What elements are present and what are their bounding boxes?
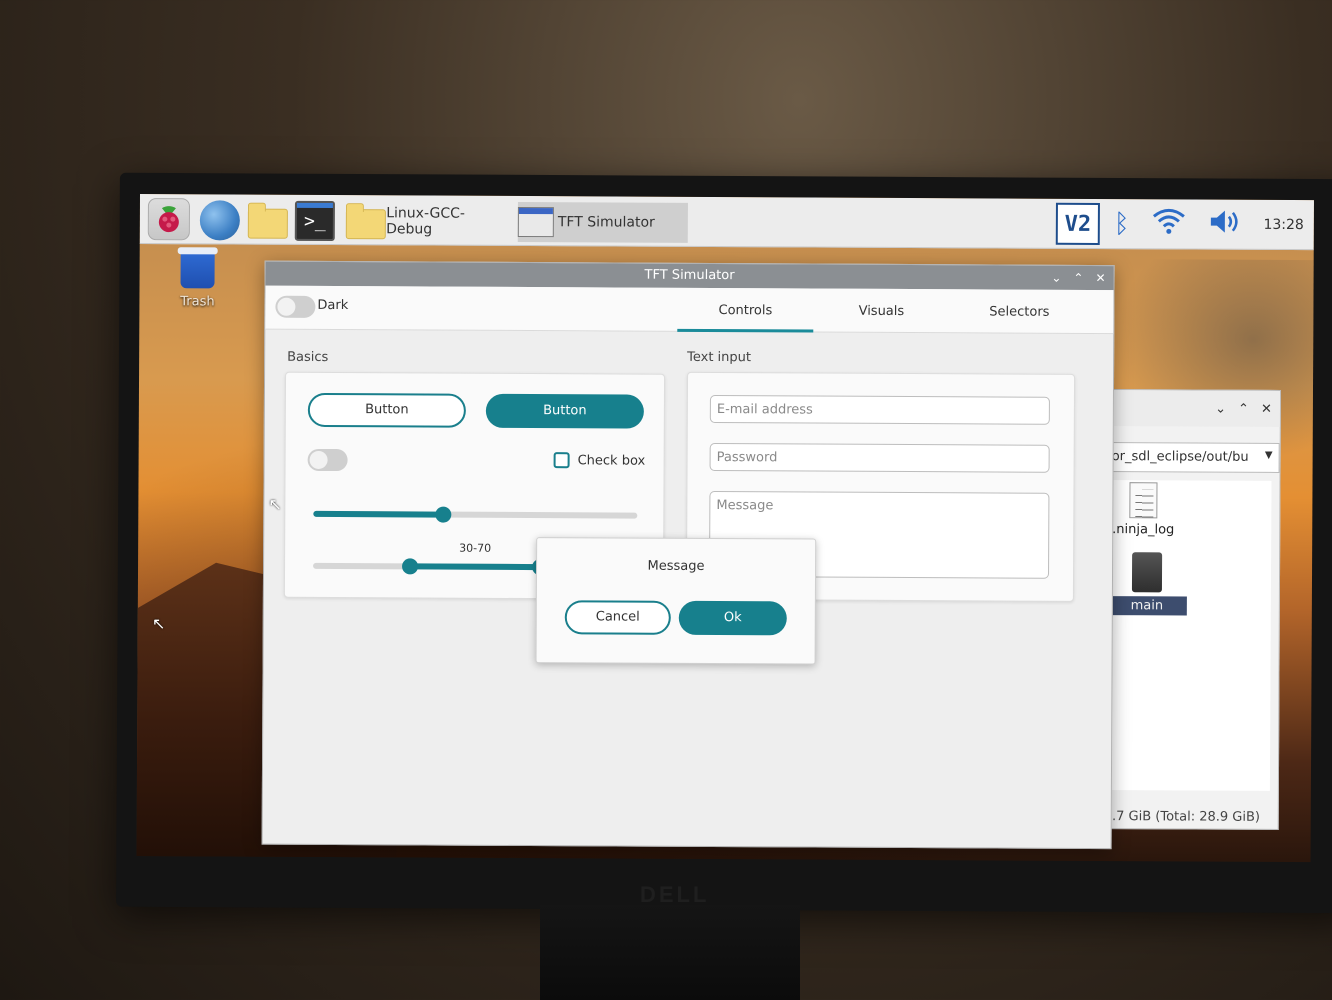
dark-label: Dark xyxy=(317,297,349,314)
vnc-icon[interactable]: V2 xyxy=(1055,202,1100,246)
trash-label: Trash xyxy=(180,294,215,310)
minimize-icon[interactable]: ⌄ xyxy=(1051,266,1061,290)
terminal-icon[interactable]: >_ xyxy=(294,200,335,242)
file-item-selected[interactable]: main xyxy=(1106,552,1187,616)
desktop-screen: >_ Linux-GCC-Debug TFT Simulator V2 ᛒ 13… xyxy=(136,194,1314,863)
folder-icon xyxy=(345,201,386,241)
window-title: TFT Simulator xyxy=(644,267,735,284)
close-icon[interactable]: ✕ xyxy=(1095,266,1105,290)
fm-status-bar: 9.7 GiB (Total: 28.9 GiB) xyxy=(1103,809,1261,825)
mouse-cursor-icon: ↖ xyxy=(152,614,166,633)
taskbar: >_ Linux-GCC-Debug TFT Simulator V2 ᛒ 13… xyxy=(139,194,1314,251)
task-tft-simulator[interactable]: TFT Simulator xyxy=(517,201,688,243)
msgbox-title: Message xyxy=(647,558,705,574)
task-label: TFT Simulator xyxy=(557,214,655,231)
task-label: Linux-GCC-Debug xyxy=(386,205,466,238)
monitor-stand xyxy=(540,905,800,1000)
bluetooth-icon[interactable]: ᛒ xyxy=(1114,209,1130,239)
tab-selectors[interactable]: Selectors xyxy=(951,289,1087,334)
tab-visuals[interactable]: Visuals xyxy=(813,289,949,334)
basics-title: Basics xyxy=(287,349,329,365)
text-input-title: Text input xyxy=(687,349,752,366)
file-manager-icon[interactable] xyxy=(247,201,288,241)
text-file-icon xyxy=(1129,482,1158,519)
range-knob-left[interactable] xyxy=(402,558,419,575)
maximize-icon[interactable]: ⌃ xyxy=(1073,266,1083,290)
web-browser-icon[interactable] xyxy=(199,200,240,241)
tab-controls[interactable]: Controls xyxy=(677,287,814,333)
file-label: .ninja_log xyxy=(1112,522,1175,538)
desktop-trash[interactable]: Trash xyxy=(167,252,227,309)
file-label: main xyxy=(1106,596,1187,616)
chevron-down-icon[interactable]: ▼ xyxy=(1265,450,1273,461)
monitor-brand: DELL xyxy=(640,882,710,907)
password-field[interactable] xyxy=(709,442,1050,473)
cancel-button[interactable]: Cancel xyxy=(564,600,671,635)
dark-mode-switch[interactable] xyxy=(275,295,316,318)
slider[interactable] xyxy=(313,506,638,523)
system-tray: V2 ᛒ 13:28 xyxy=(1055,199,1314,250)
executable-icon xyxy=(1131,552,1163,593)
maximize-icon[interactable]: ⌃ xyxy=(1238,401,1249,416)
fm-file-list: .ninja_log main xyxy=(1101,480,1272,791)
trash-icon xyxy=(180,252,215,289)
ok-button[interactable]: Ok xyxy=(678,600,787,636)
toggle-switch[interactable] xyxy=(307,448,348,472)
raspberry-menu-icon[interactable] xyxy=(147,198,190,241)
window-icon xyxy=(517,206,554,238)
app-header: Dark Controls Visuals Selectors xyxy=(265,285,1114,335)
minimize-icon[interactable]: ⌄ xyxy=(1215,401,1226,416)
fm-titlebar: ⌄ ⌃ ✕ xyxy=(1101,390,1280,427)
email-field[interactable] xyxy=(709,394,1050,425)
fm-path-bar[interactable]: tor_sdl_eclipse/out/bu ▼ xyxy=(1101,442,1280,473)
fm-path-text: tor_sdl_eclipse/out/bu xyxy=(1106,449,1249,465)
task-linux-gcc-debug[interactable]: Linux-GCC-Debug xyxy=(345,201,506,242)
file-item[interactable]: .ninja_log xyxy=(1103,482,1183,537)
slider-fill xyxy=(313,510,443,518)
mouse-cursor-icon: ↖ xyxy=(268,494,282,514)
close-icon[interactable]: ✕ xyxy=(1261,401,1272,416)
tft-simulator-window: TFT Simulator ⌄ ⌃ ✕ Dark Controls Visual… xyxy=(261,260,1115,850)
message-box: Message Cancel Ok xyxy=(535,537,817,665)
file-manager-window: ⌄ ⌃ ✕ tor_sdl_eclipse/out/bu ▼ .ninja_lo… xyxy=(1098,389,1281,830)
filled-button[interactable]: Button xyxy=(485,393,644,429)
outline-button[interactable]: Button xyxy=(307,392,466,428)
checkbox[interactable] xyxy=(553,452,570,469)
slider-knob[interactable] xyxy=(434,506,451,523)
folder-icon xyxy=(247,208,288,239)
volume-icon[interactable] xyxy=(1207,207,1241,242)
checkbox-label: Check box xyxy=(577,453,646,469)
clock: 13:28 xyxy=(1263,216,1304,234)
wifi-icon[interactable] xyxy=(1151,207,1185,242)
range-label: 30-70 xyxy=(459,541,492,555)
range-fill xyxy=(410,563,541,571)
